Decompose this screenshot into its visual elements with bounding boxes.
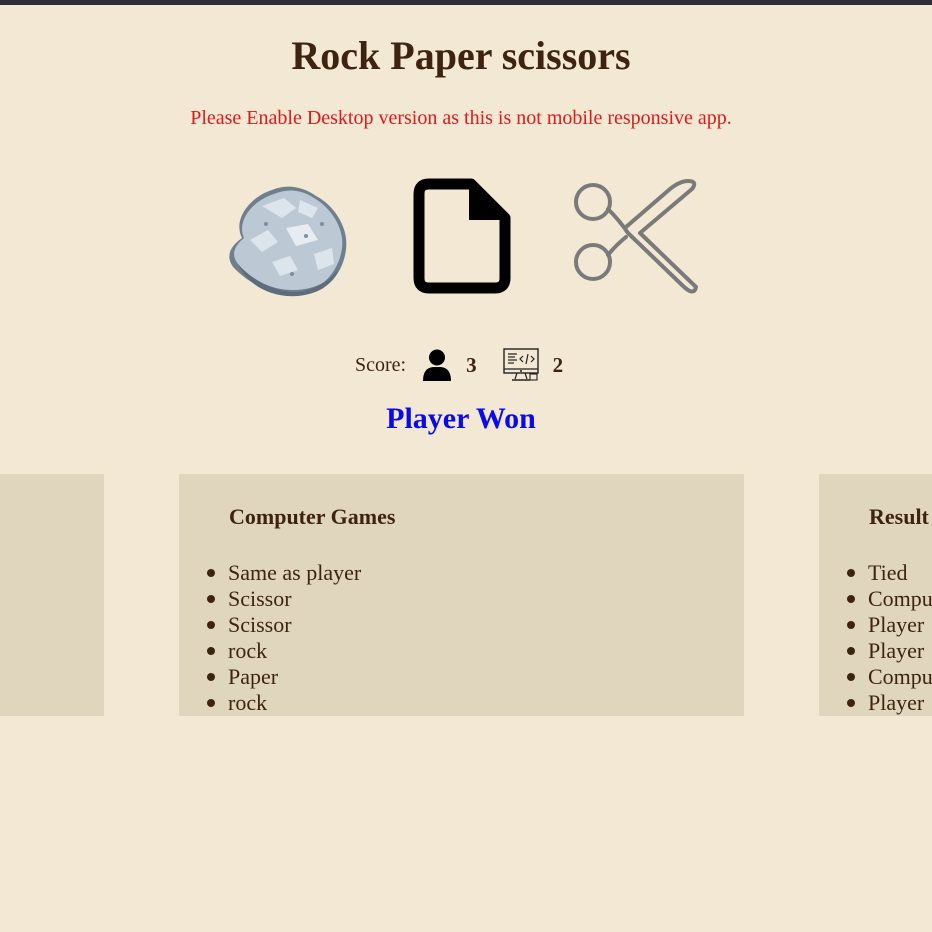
user-icon [423,349,452,381]
player-score: 3 [466,352,477,377]
result-panel: Result Tied Computer Player Player Compu… [819,474,932,716]
list-item: Paper [206,664,361,690]
result-list: Tied Computer Player Player Computer Pla… [847,560,932,716]
desktop-warning: Please Enable Desktop version as this is… [190,107,732,129]
computer-score: 2 [552,352,564,377]
list-item: rock [206,638,361,664]
player-games-panel [0,474,104,716]
computer-games-panel: Computer Games Same as player Scissor Sc… [179,474,744,716]
list-item: Player [847,690,932,716]
list-item: Player [847,612,932,638]
rock-icon [229,186,347,297]
list-item: Tied [847,560,932,586]
computer-games-heading: Computer Games [229,504,396,529]
list-item: Scissor [206,612,361,638]
page-title: Rock Paper scissors [291,33,631,78]
list-item: Computer [847,664,932,690]
rock-choice-button[interactable] [222,178,348,298]
top-bar [0,0,932,5]
list-item: Scissor [206,586,361,612]
list-item: Player [847,638,932,664]
score-row: Score: 3 2 [355,347,563,383]
computer-icon [502,348,539,381]
paper-choice-button[interactable] [409,176,515,298]
list-item: Computer [847,586,932,612]
scissors-icon [574,179,698,294]
list-item: rock [206,690,361,716]
paper-icon [413,178,511,294]
score-label: Score: [355,353,407,376]
scissors-choice-button[interactable] [570,175,702,299]
computer-games-list: Same as player Scissor Scissor rock Pape… [206,560,362,716]
list-item: Same as player [206,560,362,585]
result-heading: Result [869,504,929,529]
game-result: Player Won [386,402,536,435]
